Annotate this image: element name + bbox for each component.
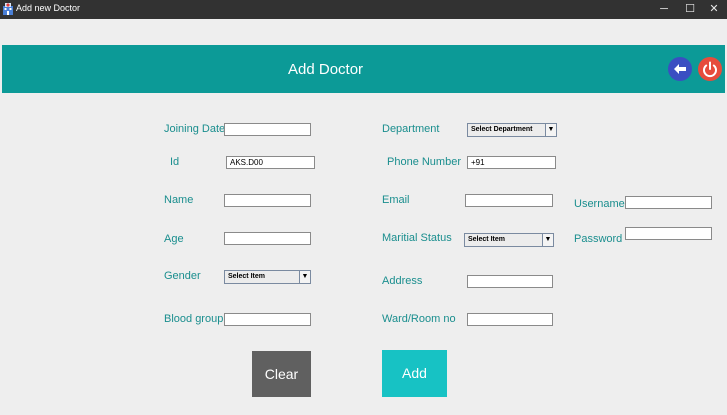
minimize-button[interactable]: ─ xyxy=(650,0,678,19)
phone-number-label: Phone Number xyxy=(387,156,461,168)
gender-select[interactable]: Select Item ▼ xyxy=(224,270,311,284)
clear-button[interactable]: Clear xyxy=(252,351,311,397)
username-field[interactable] xyxy=(625,196,712,209)
window-titlebar: Add new Doctor ─ ☐ ✕ xyxy=(0,0,727,19)
age-field[interactable] xyxy=(224,232,311,245)
chevron-down-icon: ▼ xyxy=(542,234,553,246)
chevron-down-icon: ▼ xyxy=(299,271,310,283)
back-button[interactable] xyxy=(668,57,692,81)
hospital-app-icon xyxy=(2,3,14,16)
phone-number-field[interactable] xyxy=(467,156,556,169)
password-label: Password xyxy=(574,233,623,245)
address-field[interactable] xyxy=(467,275,553,288)
page-title: Add Doctor xyxy=(288,61,364,78)
email-field[interactable] xyxy=(465,194,553,207)
joining-date-field[interactable] xyxy=(224,123,311,136)
header-bar: Add Doctor xyxy=(2,45,725,93)
name-field[interactable] xyxy=(224,194,311,207)
address-label: Address xyxy=(382,275,423,287)
close-window-button[interactable]: ✕ xyxy=(700,0,727,19)
department-select[interactable]: Select Department ▼ xyxy=(467,123,557,137)
add-button[interactable]: Add xyxy=(382,350,447,397)
marital-status-select[interactable]: Select Item ▼ xyxy=(464,233,554,247)
username-label: Username xyxy=(574,198,625,210)
gender-selected-value: Select Item xyxy=(228,273,265,280)
department-label: Department xyxy=(382,123,440,135)
password-field[interactable] xyxy=(625,227,712,240)
id-label: Id xyxy=(170,156,180,168)
power-icon xyxy=(703,61,717,78)
joining-date-label: Joining Date xyxy=(164,123,226,135)
ward-room-label: Ward/Room no xyxy=(382,313,456,325)
department-selected-value: Select Department xyxy=(471,126,533,133)
arrow-left-icon xyxy=(674,64,686,74)
ward-room-field[interactable] xyxy=(467,313,553,326)
email-label: Email xyxy=(382,194,410,206)
window-title: Add new Doctor xyxy=(16,3,81,13)
age-label: Age xyxy=(164,233,184,245)
power-button[interactable] xyxy=(698,57,722,81)
blood-group-label: Blood group xyxy=(164,313,224,325)
gender-label: Gender xyxy=(164,270,201,282)
marital-status-selected-value: Select Item xyxy=(468,236,505,243)
chevron-down-icon: ▼ xyxy=(545,124,556,136)
id-field[interactable] xyxy=(226,156,315,169)
name-label: Name xyxy=(164,194,194,206)
marital-status-label: Maritial Status xyxy=(382,232,452,244)
blood-group-field[interactable] xyxy=(224,313,311,326)
